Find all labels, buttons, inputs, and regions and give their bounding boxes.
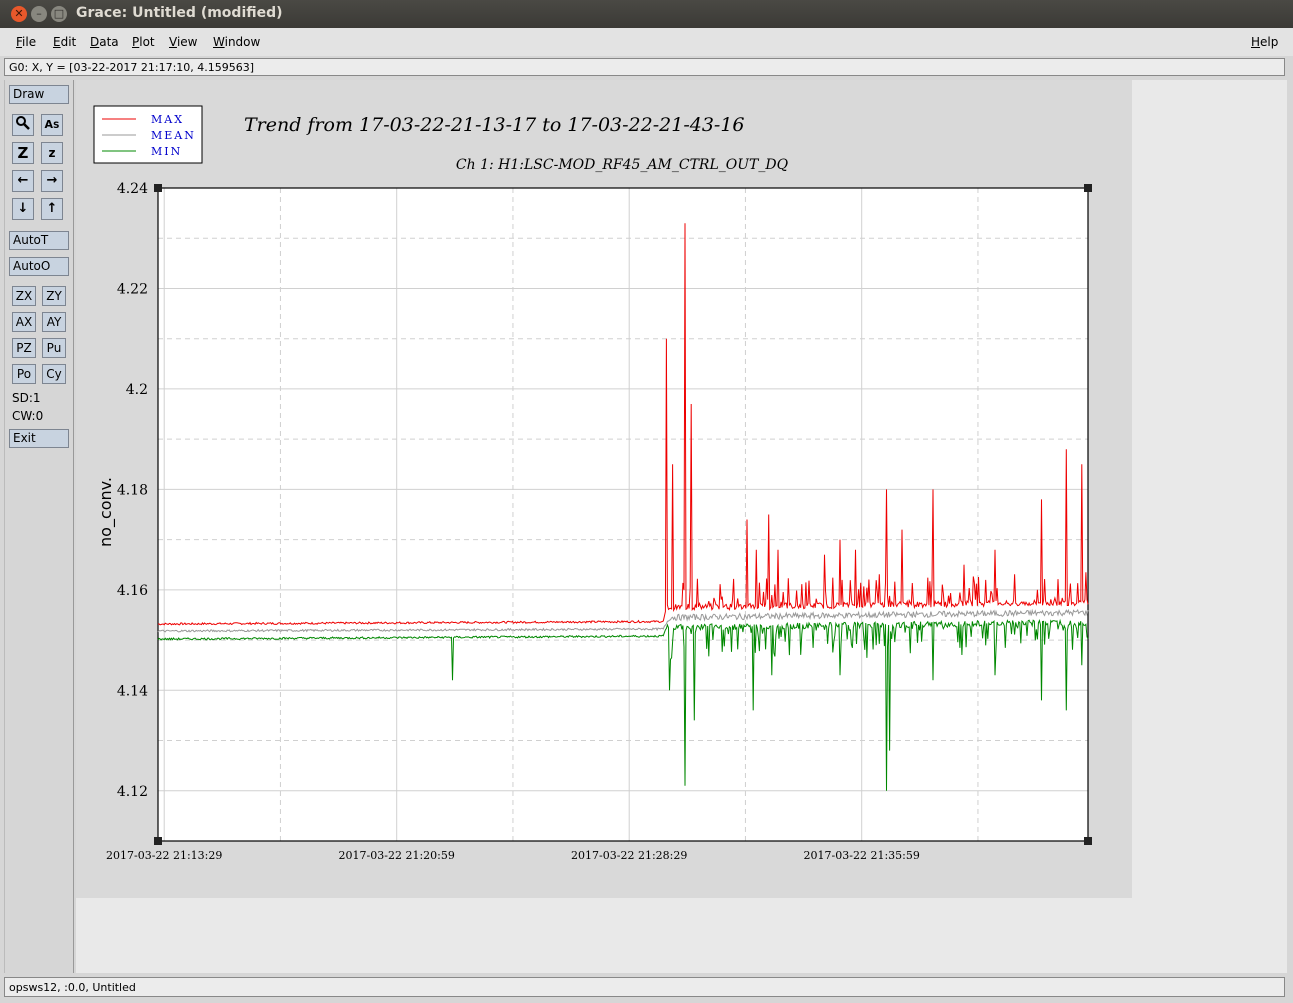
plot-area: 4.12 4.14 4.16 4.18 4.2 4.22 4.24 2017-03-22 21… bbox=[106, 181, 1092, 862]
selection-handle bbox=[1084, 837, 1092, 845]
selection-handle bbox=[154, 184, 162, 192]
x-tick-label: 2017-03-22 21:20:59 bbox=[339, 849, 455, 862]
menu-plot[interactable]: Plot bbox=[132, 35, 155, 49]
selection-handle bbox=[1084, 184, 1092, 192]
y-tick-label: 4.12 bbox=[117, 784, 148, 800]
menu-help[interactable]: Help bbox=[1251, 35, 1278, 49]
menu-file[interactable]: File bbox=[16, 35, 36, 49]
arrow-left-icon[interactable]: ← bbox=[12, 170, 34, 192]
zoom-in-icon[interactable]: Z bbox=[12, 142, 34, 164]
arrow-right-icon[interactable]: → bbox=[41, 170, 63, 192]
menu-edit[interactable]: Edit bbox=[53, 35, 76, 49]
ay-button[interactable]: AY bbox=[42, 312, 66, 332]
y-tick-label: 4.24 bbox=[117, 181, 148, 197]
maximize-icon[interactable]: □ bbox=[51, 6, 67, 22]
arrow-down-icon[interactable]: ↓ bbox=[12, 198, 34, 220]
graph-canvas[interactable]: MAX MEAN MIN Trend from 17-03-22-21-13-17 … bbox=[76, 80, 1287, 973]
x-tick-label: 2017-03-22 21:13:29 bbox=[106, 849, 222, 862]
autot-button[interactable]: AutoT bbox=[9, 231, 69, 250]
legend-label-max: MAX bbox=[151, 113, 184, 126]
pz-button[interactable]: PZ bbox=[12, 338, 36, 358]
y-tick-label: 4.2 bbox=[126, 382, 148, 398]
menu-bar: File Edit Data Plot View Window Help bbox=[0, 28, 1293, 56]
tool-panel: Draw AS Z z ← → ↓ ↑ AutoT AutoO ZX ZY AX… bbox=[4, 80, 74, 973]
y-tick-label: 4.14 bbox=[117, 683, 148, 699]
close-icon[interactable]: ✕ bbox=[11, 6, 27, 22]
menu-view[interactable]: View bbox=[169, 35, 197, 49]
plot-svg: MAX MEAN MIN Trend from 17-03-22-21-13-17 … bbox=[76, 80, 1132, 898]
y-axis-label: no_conv. bbox=[96, 477, 116, 547]
window-title: Grace: Untitled (modified) bbox=[76, 5, 283, 21]
autoscale-text-icon[interactable]: AS bbox=[41, 114, 63, 136]
x-tick-label: 2017-03-22 21:28:29 bbox=[571, 849, 687, 862]
status-bar: opsws12, :0.0, Untitled bbox=[4, 977, 1285, 997]
zoom-icon[interactable] bbox=[12, 114, 34, 136]
coordinate-readout: G0: X, Y = [03-22-2017 21:17:10, 4.15956… bbox=[4, 58, 1285, 76]
window-titlebar: ✕ – □ Grace: Untitled (modified) bbox=[0, 0, 1293, 28]
pu-button[interactable]: Pu bbox=[42, 338, 66, 358]
chart-title: Trend from 17-03-22-21-13-17 to 17-03-22… bbox=[244, 114, 745, 136]
minimize-icon[interactable]: – bbox=[31, 6, 47, 22]
arrow-up-icon[interactable]: ↑ bbox=[41, 198, 63, 220]
draw-button[interactable]: Draw bbox=[9, 85, 69, 104]
legend-label-mean: MEAN bbox=[151, 129, 196, 142]
selection-handle bbox=[154, 837, 162, 845]
menu-data[interactable]: Data bbox=[90, 35, 119, 49]
chart-subtitle: Ch 1: H1:LSC-MOD_RF45_AM_CTRL_OUT_DQ bbox=[456, 157, 789, 173]
y-tick-label: 4.16 bbox=[117, 583, 148, 599]
cw-label: CW:0 bbox=[12, 409, 44, 423]
zoom-out-icon[interactable]: z bbox=[41, 142, 63, 164]
po-button[interactable]: Po bbox=[12, 364, 36, 384]
zx-button[interactable]: ZX bbox=[12, 286, 36, 306]
cy-button[interactable]: Cy bbox=[42, 364, 66, 384]
legend-label-min: MIN bbox=[151, 145, 182, 158]
exit-button[interactable]: Exit bbox=[9, 429, 69, 448]
autoo-button[interactable]: AutoO bbox=[9, 257, 69, 276]
zy-button[interactable]: ZY bbox=[42, 286, 66, 306]
y-tick-label: 4.22 bbox=[117, 281, 148, 297]
sd-label: SD:1 bbox=[12, 391, 41, 405]
x-tick-label: 2017-03-22 21:35:59 bbox=[804, 849, 920, 862]
y-tick-label: 4.18 bbox=[117, 482, 148, 498]
plot-frame-bg bbox=[158, 188, 1088, 841]
ax-button[interactable]: AX bbox=[12, 312, 36, 332]
menu-window[interactable]: Window bbox=[213, 35, 260, 49]
